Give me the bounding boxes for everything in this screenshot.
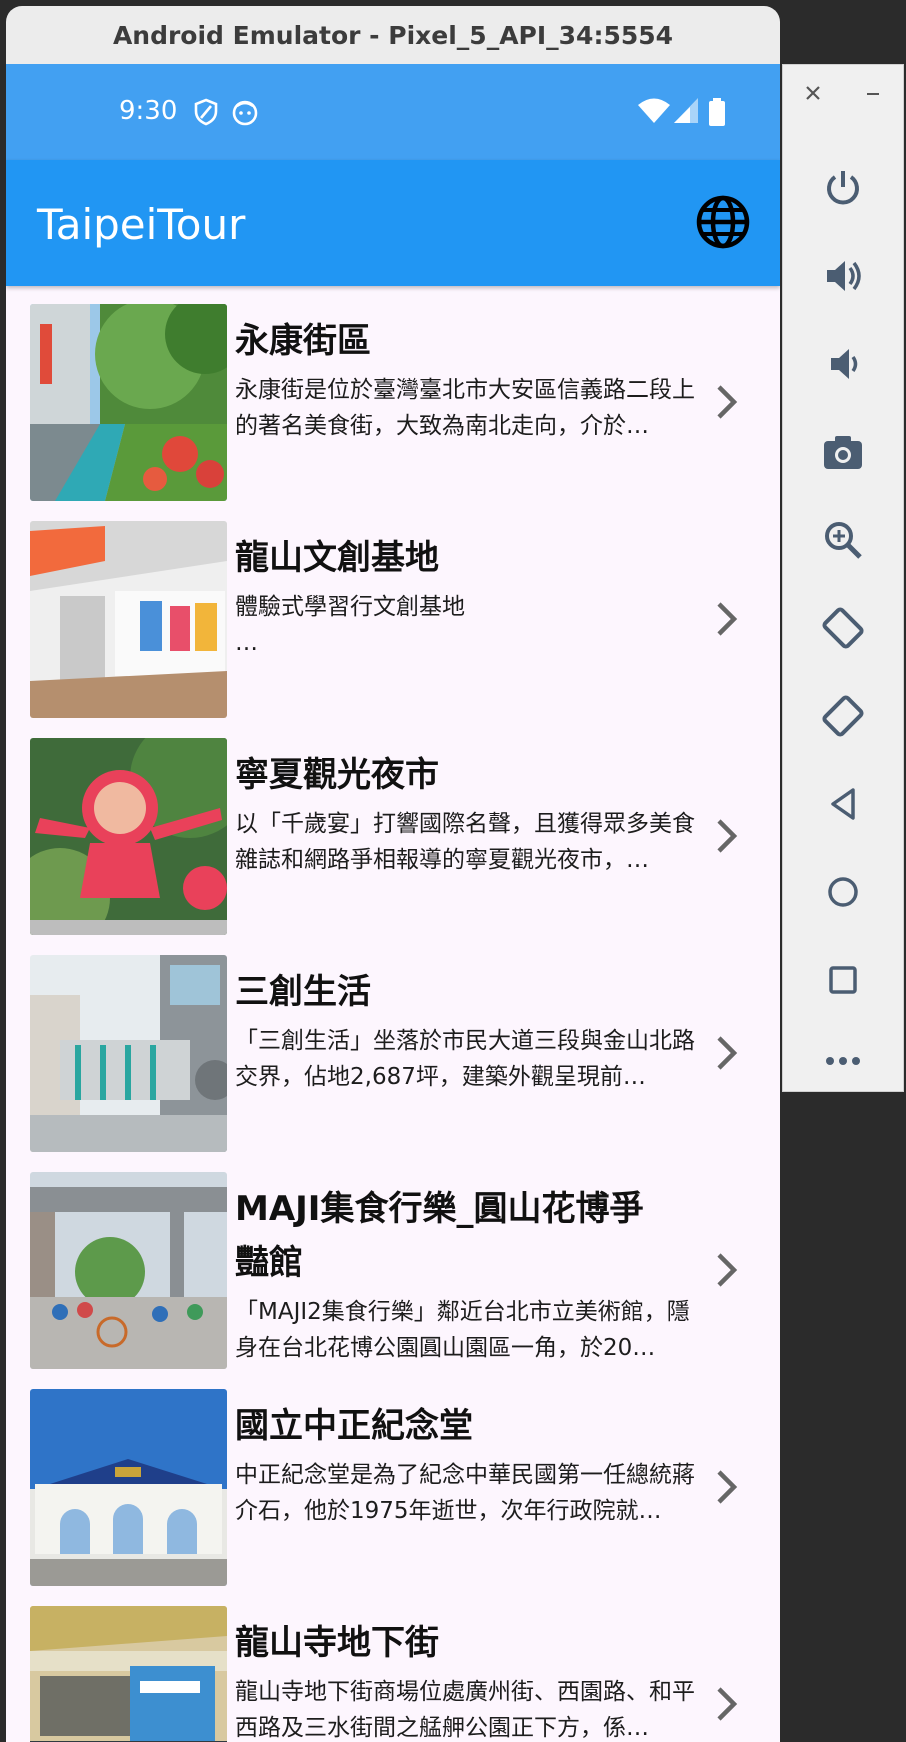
attraction-description: 「MAJI2集食行樂」鄰近台北市立美術館，隱身在台北花博公園圓山園區一角，於20… xyxy=(235,1299,690,1361)
shield-icon xyxy=(194,98,218,126)
list-item[interactable]: 龍山寺地下街 龍山寺地下街商場位處廣州街、西園路、和平西路及三水街間之艋舺公園正… xyxy=(6,1606,780,1742)
more-icon xyxy=(826,1057,860,1065)
signal-icon xyxy=(674,98,698,123)
close-button[interactable] xyxy=(783,65,843,121)
minimize-icon xyxy=(867,93,879,95)
wifi-icon xyxy=(638,98,670,123)
attraction-thumbnail xyxy=(30,738,227,935)
face-icon xyxy=(232,100,258,126)
volume-down-icon xyxy=(831,349,858,379)
rotate-right-button[interactable] xyxy=(783,681,903,751)
chevron-right-icon xyxy=(717,1687,738,1721)
attraction-description: 以「千歲宴」打響國際名聲，且獲得眾多美食雜誌和網路爭相報導的寧夏觀光夜市，… xyxy=(235,811,695,873)
attraction-description: 永康街是位於臺灣臺北市大安區信義路二段上的著名美食街，大致為南北走向，介於… xyxy=(235,377,695,439)
power-button[interactable] xyxy=(783,153,903,223)
rotate-left-icon xyxy=(822,607,864,649)
chevron-right-icon xyxy=(717,1470,738,1504)
back-icon xyxy=(831,788,855,820)
status-bar: 9:30 xyxy=(6,64,780,160)
rotate-left-button[interactable] xyxy=(783,593,903,663)
phone-screen: 9:30 TaipeiTour 永康街區 永康街是位於臺灣臺北市大安區信義路二段… xyxy=(6,64,780,1742)
list-item[interactable]: 寧夏觀光夜市 以「千歲宴」打響國際名聲，且獲得眾多美食雜誌和網路爭相報導的寧夏觀… xyxy=(6,738,780,955)
emulator-title-bar: Android Emulator - Pixel_5_API_34:5554 xyxy=(6,6,780,65)
attraction-thumbnail xyxy=(30,1389,227,1586)
volume-up-button[interactable] xyxy=(783,241,903,311)
rotate-right-icon xyxy=(822,695,864,737)
camera-button[interactable] xyxy=(783,417,903,487)
volume-down-button[interactable] xyxy=(783,329,903,399)
app-bar: TaipeiTour xyxy=(6,160,780,286)
chevron-right-icon xyxy=(717,385,738,419)
attraction-title: 寧夏觀光夜市 xyxy=(235,755,439,795)
home-button[interactable] xyxy=(783,857,903,927)
attraction-thumbnail xyxy=(30,521,227,718)
close-icon xyxy=(806,86,820,100)
list-item[interactable]: 國立中正紀念堂 中正紀念堂是為了紀念中華民國第一任總統蔣介石，他於1975年逝世… xyxy=(6,1389,780,1606)
attraction-title: MAJI集食行樂_圓山花博爭豔館 xyxy=(235,1189,644,1283)
overview-button[interactable] xyxy=(783,945,903,1015)
emulator-controls xyxy=(782,64,904,1092)
attraction-title: 永康街區 xyxy=(235,321,371,361)
emulator-title: Android Emulator - Pixel_5_API_34:5554 xyxy=(112,20,674,50)
attraction-description: 體驗式學習行文創基地 … xyxy=(235,594,465,656)
camera-icon xyxy=(824,436,862,469)
attraction-description: 龍山寺地下街商場位處廣州街、西園路、和平西路及三水街間之艋舺公園正下方，係… xyxy=(235,1679,695,1741)
chevron-right-icon xyxy=(717,602,738,636)
app-title: TaipeiTour xyxy=(37,200,246,249)
attraction-thumbnail xyxy=(30,1172,227,1369)
attraction-description: 「三創生活」坐落於市民大道三段與金山北路交界，佔地2,687坪，建築外觀呈現前… xyxy=(235,1028,695,1090)
language-globe-icon[interactable] xyxy=(695,194,751,250)
attraction-thumbnail xyxy=(30,304,227,501)
home-icon xyxy=(828,877,858,907)
chevron-right-icon xyxy=(717,1036,738,1070)
list-item[interactable]: 龍山文創基地 體驗式學習行文創基地 … xyxy=(6,521,780,738)
attraction-title: 龍山文創基地 xyxy=(235,538,439,578)
overview-icon xyxy=(829,966,857,994)
chevron-right-icon xyxy=(717,1253,738,1287)
chevron-right-icon xyxy=(717,819,738,853)
attraction-list: 永康街區 永康街是位於臺灣臺北市大安區信義路二段上的著名美食街，大致為南北走向，… xyxy=(6,304,780,1742)
attraction-thumbnail xyxy=(30,955,227,1152)
volume-up-icon xyxy=(827,261,861,291)
list-item[interactable]: 永康街區 永康街是位於臺灣臺北市大安區信義路二段上的著名美食街，大致為南北走向，… xyxy=(6,304,780,521)
more-button[interactable] xyxy=(783,1033,903,1089)
attraction-description: 中正紀念堂是為了紀念中華民國第一任總統蔣介石，他於1975年逝世，次年行政院就… xyxy=(235,1462,695,1524)
list-item[interactable]: 三創生活 「三創生活」坐落於市民大道三段與金山北路交界，佔地2,687坪，建築外… xyxy=(6,955,780,1172)
list-item[interactable]: MAJI集食行樂_圓山花博爭豔館 「MAJI2集食行樂」鄰近台北市立美術館，隱身… xyxy=(6,1172,780,1389)
minimize-button[interactable] xyxy=(843,65,903,121)
attraction-title: 三創生活 xyxy=(235,972,371,1012)
zoom-icon xyxy=(825,522,862,559)
attraction-title: 龍山寺地下街 xyxy=(235,1623,439,1663)
zoom-button[interactable] xyxy=(783,505,903,575)
status-time: 9:30 xyxy=(119,96,178,126)
back-button[interactable] xyxy=(783,769,903,839)
attraction-title: 國立中正紀念堂 xyxy=(235,1406,473,1446)
power-icon xyxy=(827,171,859,205)
battery-icon xyxy=(709,98,725,126)
attraction-thumbnail xyxy=(30,1606,227,1742)
